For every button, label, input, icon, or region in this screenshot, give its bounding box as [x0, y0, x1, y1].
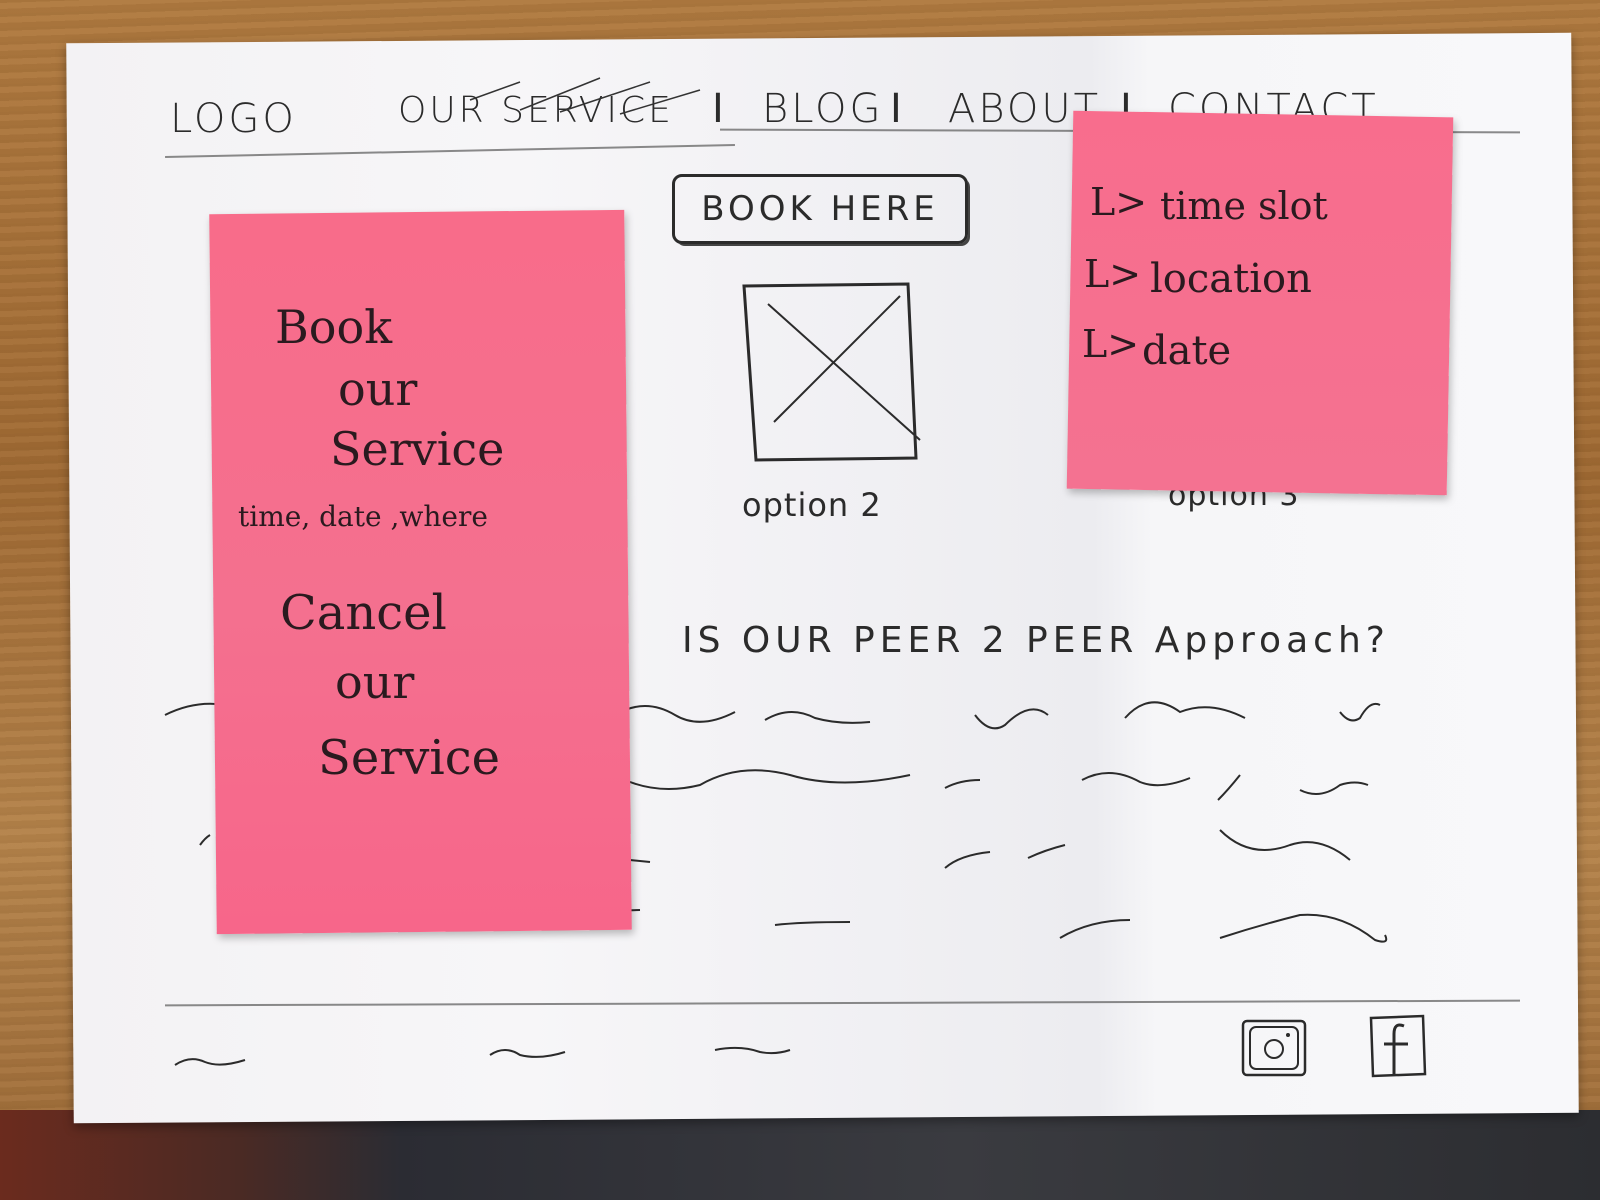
option-2-label: option 2	[742, 486, 882, 524]
sticky-left-line1: Book	[275, 300, 393, 354]
sticky-right-item: time slot	[1160, 184, 1328, 228]
sticky-right-item: date	[1142, 328, 1232, 374]
sticky-left-line4: Cancel	[280, 585, 447, 641]
sticky-right-arrow: L>	[1084, 252, 1142, 296]
facebook-icon[interactable]	[1368, 1012, 1430, 1080]
instagram-icon[interactable]	[1240, 1018, 1310, 1080]
nav-blog[interactable]: BLOG	[762, 86, 884, 132]
sticky-right-arrow: L>	[1090, 180, 1148, 224]
image-placeholder	[742, 282, 921, 462]
sticky-left-line3: Service	[330, 422, 505, 476]
section-heading: IS OUR PEER 2 PEER Approach?	[682, 620, 1390, 661]
nav-separator: I	[712, 86, 727, 132]
desk-edge	[0, 1110, 1600, 1200]
sticky-right-arrow: L>	[1082, 322, 1140, 366]
sticky-left-line2: our	[338, 362, 418, 416]
sticky-note-booking	[209, 209, 632, 935]
sticky-left-subline: time, date ,where	[238, 500, 488, 533]
book-here-button[interactable]: BOOK HERE	[672, 174, 968, 244]
sticky-left-line6: Service	[318, 730, 500, 786]
sticky-right-item: location	[1150, 256, 1312, 302]
sticky-note-options	[1066, 110, 1454, 496]
sticky-left-line5: our	[335, 655, 415, 709]
nav-our-service[interactable]: OUR SERVICE	[398, 90, 674, 131]
nav-separator: I	[890, 86, 905, 132]
logo[interactable]: LOGO	[170, 96, 297, 142]
